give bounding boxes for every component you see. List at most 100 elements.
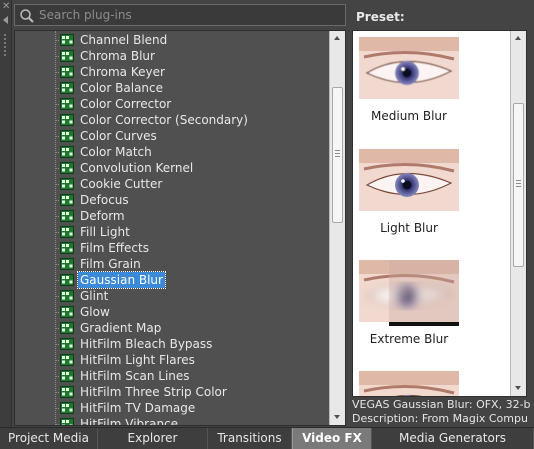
fx-plugin-icon [60,82,74,94]
plugin-item-label: HitFilm Bleach Bypass [80,337,213,351]
close-icon[interactable]: ✕ [2,2,10,12]
fx-plugin-icon [60,226,74,238]
fx-plugin-icon [60,354,74,366]
plugin-item-label: Glow [80,305,110,319]
window-tabs: Project Media Explorer Transitions Video… [0,427,534,449]
plugin-item[interactable]: Defocus [15,192,329,208]
plugin-item[interactable]: Cookie Cutter [15,176,329,192]
plugin-item-label: Film Effects [80,241,149,255]
plugin-item[interactable]: Color Match [15,144,329,160]
fx-plugin-icon [60,290,74,302]
fx-plugin-icon [60,114,74,126]
tab-project-media[interactable]: Project Media [0,428,98,449]
fx-plugin-icon [60,178,74,190]
preset-item[interactable]: Extreme Blur [359,260,459,346]
search-icon [20,9,34,23]
drag-grip-icon[interactable] [4,34,7,58]
preset-scroll-thumb[interactable] [513,103,524,267]
plugin-item[interactable]: Gradient Map [15,320,329,336]
scroll-up-arrow-icon[interactable] [330,31,345,47]
plugin-item-label: Color Balance [80,81,164,95]
plugin-item[interactable]: Channel Blend [15,32,329,48]
plugin-item-label: Color Match [80,145,152,159]
plugin-item[interactable]: Film Grain [15,256,329,272]
tree-scrollbar[interactable] [329,31,345,425]
plugin-item-label: Deform [80,209,125,223]
plugin-item-label: Convolution Kernel [80,161,194,175]
plugin-description: VEGAS Gaussian Blur: OFX, 32-b Descripti… [352,398,534,428]
tab-explorer[interactable]: Explorer [98,428,208,449]
description-line-2: Description: From Magix Compu [352,412,528,425]
fx-plugin-icon [60,306,74,318]
fx-plugin-icon [60,418,74,425]
preset-preview-panel[interactable]: Medium Blur Light Blur Extreme Blur [352,30,527,397]
preset-caption: Medium Blur [371,109,447,123]
plugin-item[interactable]: HitFilm Three Strip Color [15,384,329,400]
plugin-item[interactable]: Color Corrector [15,96,329,112]
plugin-item[interactable]: HitFilm Scan Lines [15,368,329,384]
plugin-item-label: Film Grain [80,257,141,271]
plugin-item[interactable]: Fill Light [15,224,329,240]
plugin-item-label: Chroma Keyer [80,65,165,79]
plugin-item[interactable]: HitFilm Bleach Bypass [15,336,329,352]
plugin-item-label: Color Curves [80,129,157,143]
plugin-item-label: HitFilm Scan Lines [80,369,190,383]
fx-plugin-icon [60,194,74,206]
plugin-item[interactable]: HitFilm TV Damage [15,400,329,416]
plugin-item[interactable]: Film Effects [15,240,329,256]
plugin-item[interactable]: Color Balance [15,80,329,96]
tree-scroll-thumb[interactable] [332,87,343,223]
plugin-item[interactable]: Color Curves [15,128,329,144]
search-input[interactable] [39,6,339,24]
plugin-item-label: Fill Light [80,225,130,239]
description-line-1: VEGAS Gaussian Blur: OFX, 32-b [352,398,531,411]
plugin-item-label: Glint [80,289,109,303]
collapse-arrow-icon[interactable] [3,16,8,24]
docking-gutter: ✕ [0,0,12,427]
plugin-item[interactable]: Gaussian Blur [15,271,329,289]
search-box[interactable] [14,4,346,26]
scroll-up-arrow-icon[interactable] [511,31,526,47]
scroll-down-arrow-icon[interactable] [330,409,345,425]
fx-plugin-icon [60,370,74,382]
plugin-item-label: HitFilm Light Flares [80,353,195,367]
preset-caption: Extreme Blur [369,332,449,346]
fx-plugin-icon [60,34,74,46]
plugin-item-label: Color Corrector (Secondary) [80,113,248,127]
plugin-item-label: Defocus [80,193,129,207]
fx-plugin-icon [60,402,74,414]
plugin-item[interactable]: HitFilm Light Flares [15,352,329,368]
tab-media-generators[interactable]: Media Generators [372,428,534,449]
eye-thumbnail-image [359,371,459,396]
plugin-item[interactable]: Glow [15,304,329,320]
preset-caption: Light Blur [380,221,438,235]
plugin-tree[interactable]: Channel Blend Chroma Blur Chroma Keyer Colo… [14,30,346,426]
plugin-item[interactable]: HitFilm Vibrance [15,416,329,426]
fx-plugin-icon [60,130,74,142]
plugin-item[interactable]: Chroma Blur [15,48,329,64]
plugin-item-label: HitFilm Vibrance [80,417,179,426]
plugin-item[interactable]: Color Corrector (Secondary) [15,112,329,128]
plugin-item[interactable]: Deform [15,208,329,224]
fx-plugin-icon [60,66,74,78]
plugin-item-label: HitFilm Three Strip Color [80,385,227,399]
tab-transitions[interactable]: Transitions [208,428,292,449]
fx-plugin-icon [60,98,74,110]
fx-plugin-icon [60,242,74,254]
plugin-item[interactable]: Glint [15,288,329,304]
fx-plugin-icon [60,338,74,350]
preset-item[interactable] [359,371,459,396]
fx-plugin-icon [60,210,74,222]
plugin-item-label: Chroma Blur [80,49,155,63]
plugin-item[interactable]: Chroma Keyer [15,64,329,80]
preset-item[interactable]: Light Blur [359,149,459,235]
plugin-item[interactable]: Convolution Kernel [15,160,329,176]
plugin-item-label: Color Corrector [80,97,172,111]
fx-plugin-icon [60,146,74,158]
scroll-down-arrow-icon[interactable] [511,380,526,396]
preset-label: Preset: [356,10,405,24]
preset-scrollbar[interactable] [510,31,526,396]
eye-thumbnail-image [359,149,459,211]
preset-item[interactable]: Medium Blur [359,37,459,123]
tab-video-fx[interactable]: Video FX [292,428,372,449]
